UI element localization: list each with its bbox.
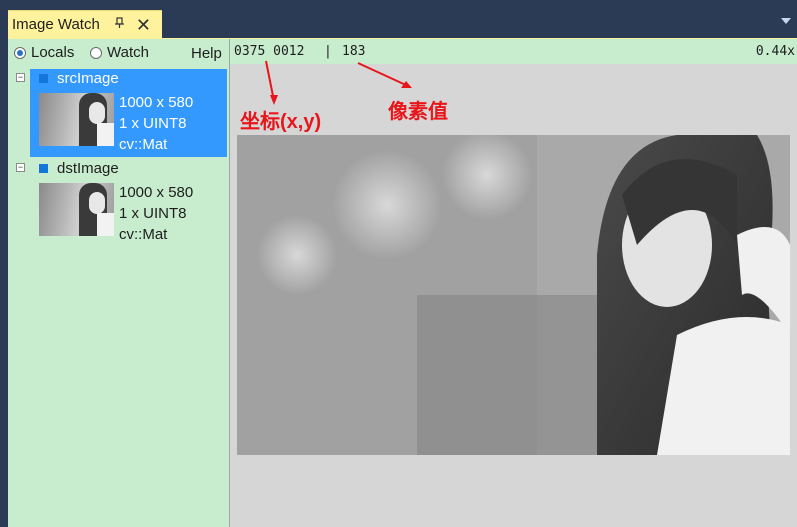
image-type: cv::Mat	[119, 226, 168, 243]
pane-header: Locals Watch Help	[8, 39, 229, 65]
chevron-down-icon[interactable]	[781, 18, 791, 24]
watch-radio[interactable]: Watch	[90, 44, 149, 61]
image-thumbnail	[39, 183, 114, 236]
zoom-level: 0.44x	[755, 44, 795, 59]
tab-title: Image Watch	[12, 16, 100, 33]
help-link[interactable]: Help	[191, 45, 222, 62]
image-canvas[interactable]	[237, 135, 790, 455]
image-view-pane: 0375 0012 | 183 0.44x 坐标(x,y) 像素值	[230, 39, 797, 527]
coord-x: 0375	[234, 44, 266, 59]
grayscale-photo	[237, 135, 790, 455]
coordinate-readout: 0375 0012	[234, 44, 304, 59]
variable-item-srcimage[interactable]: − srcImage 1000 x 580 1 x UINT8 cv::Mat	[8, 69, 229, 157]
tab-image-watch[interactable]: Image Watch ✕	[8, 10, 162, 38]
variable-icon	[39, 74, 48, 83]
watch-label: Watch	[107, 44, 149, 61]
coordinate-annotation: 坐标(x,y)	[240, 111, 322, 133]
image-channels: 1 x UINT8	[119, 115, 187, 132]
locals-radio[interactable]: Locals	[14, 44, 74, 61]
coord-y: 0012	[273, 44, 305, 59]
image-channels: 1 x UINT8	[119, 205, 187, 222]
collapse-icon[interactable]: −	[16, 73, 25, 82]
variables-pane: Locals Watch Help − srcImage 1000 x 580	[8, 39, 230, 527]
image-size: 1000 x 580	[119, 94, 194, 111]
collapse-icon[interactable]: −	[16, 163, 25, 172]
radio-checked-icon	[14, 46, 26, 59]
close-icon[interactable]: ✕	[136, 16, 151, 34]
locals-label: Locals	[31, 44, 75, 61]
variable-icon	[39, 164, 48, 173]
title-bar: Image Watch ✕	[0, 0, 797, 38]
pixel-value-annotation: 像素值	[388, 101, 448, 123]
image-watch-window: Image Watch ✕ Locals Watch Help − srcIma…	[0, 0, 797, 527]
variable-name: dstImage	[57, 160, 119, 177]
pin-icon[interactable]	[114, 17, 126, 32]
separator: |	[324, 44, 332, 59]
variable-meta: 1000 x 580 1 x UINT8 cv::Mat	[119, 92, 193, 155]
pixel-value: 183	[342, 44, 366, 59]
tool-window-content: Locals Watch Help − srcImage 1000 x 580	[8, 38, 797, 527]
image-thumbnail	[39, 93, 114, 146]
pixel-info-bar: 0375 0012 | 183 0.44x	[230, 39, 797, 64]
variable-item-dstimage[interactable]: − dstImage 1000 x 580 1 x UINT8 cv::Mat	[8, 159, 229, 247]
variable-meta: 1000 x 580 1 x UINT8 cv::Mat	[119, 182, 193, 245]
radio-unchecked-icon	[90, 46, 102, 59]
image-type: cv::Mat	[119, 136, 168, 153]
image-size: 1000 x 580	[119, 184, 194, 201]
variable-name: srcImage	[57, 70, 119, 87]
